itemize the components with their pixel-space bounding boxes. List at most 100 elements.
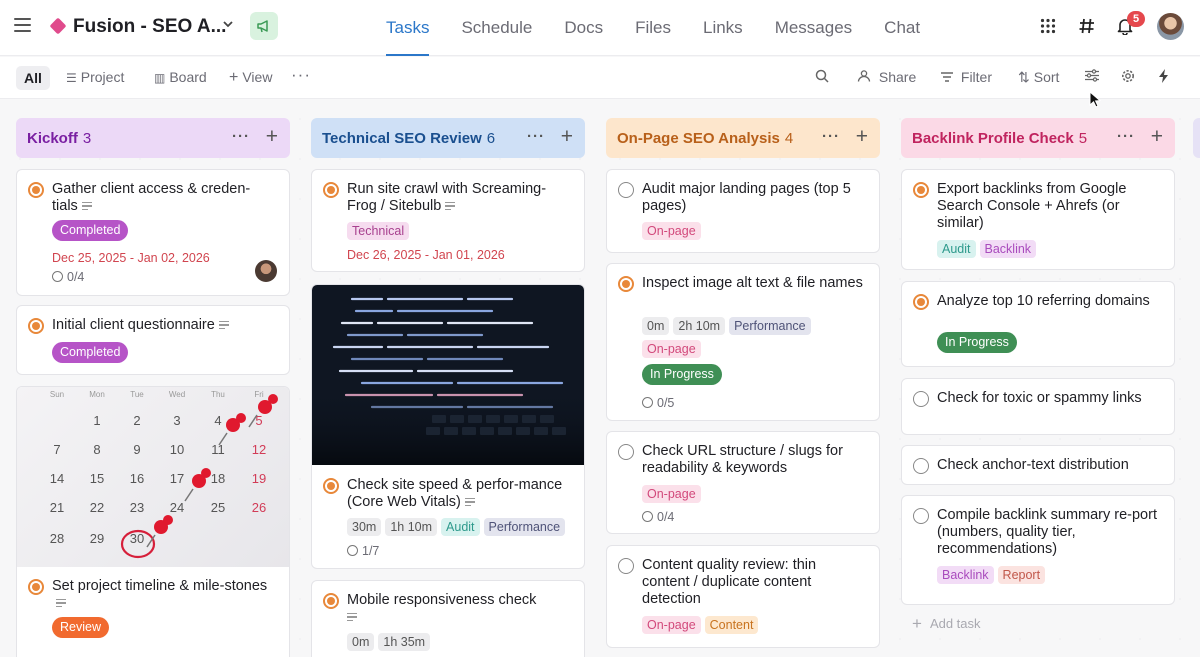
assignee-avatar[interactable] bbox=[255, 260, 277, 282]
status-circle-icon[interactable] bbox=[618, 182, 634, 198]
add-view-button[interactable]: + View bbox=[229, 69, 272, 87]
description-icon bbox=[347, 611, 357, 624]
task-card[interactable]: Gather client access & creden-tials Comp… bbox=[16, 169, 290, 296]
avatar[interactable] bbox=[1157, 13, 1184, 40]
tag[interactable]: Content bbox=[704, 616, 759, 634]
add-task-button[interactable]: + Add task bbox=[912, 614, 981, 634]
tab-links[interactable]: Links bbox=[687, 0, 759, 56]
calendar-date: 19 bbox=[252, 471, 266, 486]
tab-files[interactable]: Files bbox=[619, 0, 687, 56]
tag[interactable]: Audit bbox=[937, 240, 976, 258]
task-title: Analyze top 10 referring domains bbox=[937, 293, 1150, 309]
status-badge[interactable]: Completed bbox=[52, 342, 129, 363]
megaphone-icon[interactable] bbox=[250, 12, 278, 40]
task-card[interactable]: Export backlinks from Google Search Cons… bbox=[901, 169, 1175, 270]
task-card[interactable]: Audit major landing pages (top 5 pages) … bbox=[606, 169, 880, 253]
status-circle-icon[interactable] bbox=[28, 318, 44, 334]
sort-button[interactable]: ⇅ Sort bbox=[1018, 69, 1059, 86]
chevron-down-icon[interactable] bbox=[221, 17, 235, 34]
automation-bolt-icon[interactable] bbox=[1158, 69, 1169, 86]
calendar-date: 4 bbox=[214, 413, 221, 428]
column-add-icon[interactable]: + bbox=[266, 125, 278, 149]
tab-messages[interactable]: Messages bbox=[759, 0, 868, 56]
tag[interactable]: On-page bbox=[642, 485, 701, 503]
sort-label: Sort bbox=[1033, 69, 1060, 85]
task-card[interactable]: Check anchor-text distribution bbox=[901, 445, 1175, 485]
task-title: Run site crawl with Screaming-Frog / Sit… bbox=[347, 181, 570, 215]
status-circle-icon[interactable] bbox=[28, 182, 44, 198]
tag[interactable]: On-page bbox=[642, 340, 701, 358]
time-estimate[interactable]: 0m bbox=[347, 633, 375, 651]
more-options-icon[interactable]: ··· bbox=[291, 65, 311, 85]
task-card[interactable]: Check site speed & perfor-mance (Core We… bbox=[311, 284, 585, 569]
board-view-button[interactable]: ▥ Board bbox=[154, 69, 207, 85]
tab-chat[interactable]: Chat bbox=[868, 0, 936, 56]
tag[interactable]: Performance bbox=[483, 518, 566, 536]
status-circle-icon[interactable] bbox=[913, 508, 929, 524]
task-card[interactable]: Initial client questionnaire Completed bbox=[16, 305, 290, 375]
share-button[interactable]: Share bbox=[857, 69, 916, 85]
status-badge[interactable]: In Progress bbox=[937, 332, 1017, 353]
column-more-icon[interactable]: ··· bbox=[1117, 128, 1135, 145]
tab-schedule[interactable]: Schedule bbox=[445, 0, 548, 56]
status-circle-icon[interactable] bbox=[913, 294, 929, 310]
tab-docs[interactable]: Docs bbox=[548, 0, 619, 56]
task-card[interactable]: Mobile responsiveness check 0m 1h 35m bbox=[311, 580, 585, 657]
hashtag-icon[interactable] bbox=[1075, 14, 1099, 38]
tag[interactable]: Performance bbox=[729, 317, 811, 335]
status-circle-icon[interactable] bbox=[323, 593, 339, 609]
status-circle-icon[interactable] bbox=[618, 558, 634, 574]
subtask-counter: 1/7 bbox=[347, 544, 379, 558]
project-title[interactable]: Fusion - SEO A... bbox=[73, 16, 226, 38]
tag[interactable]: Report bbox=[997, 566, 1046, 584]
status-badge[interactable]: Review bbox=[52, 617, 109, 638]
tag[interactable]: Backlink bbox=[937, 566, 994, 584]
tag[interactable]: Audit bbox=[441, 518, 480, 536]
task-card[interactable]: Check URL structure / slugs for readabil… bbox=[606, 431, 880, 534]
gear-icon[interactable] bbox=[1121, 69, 1135, 86]
tag-list: On-page bbox=[642, 485, 701, 503]
tag[interactable]: On-page bbox=[642, 222, 701, 240]
task-card[interactable]: Content quality review: thin content / d… bbox=[606, 545, 880, 648]
column-add-icon[interactable]: + bbox=[1151, 125, 1163, 149]
tab-tasks[interactable]: Tasks bbox=[370, 0, 445, 56]
column-add-icon[interactable]: + bbox=[856, 125, 868, 149]
status-badge[interactable]: In Progress bbox=[642, 364, 722, 385]
time-estimate[interactable]: 0m bbox=[642, 317, 670, 335]
search-icon[interactable] bbox=[815, 69, 829, 86]
status-circle-icon[interactable] bbox=[323, 478, 339, 494]
project-color-icon bbox=[49, 17, 67, 35]
tag[interactable]: Backlink bbox=[979, 240, 1037, 258]
task-card[interactable]: Analyze top 10 referring domains In Prog… bbox=[901, 281, 1175, 367]
column-add-icon[interactable]: + bbox=[561, 125, 573, 149]
task-card[interactable]: Inspect image alt text & file names 0m 2… bbox=[606, 263, 880, 421]
all-view-button[interactable]: All bbox=[16, 66, 50, 90]
status-circle-icon[interactable] bbox=[323, 182, 339, 198]
apps-grid-icon[interactable] bbox=[1036, 14, 1060, 38]
task-card[interactable]: Compile backlink summary re-port (number… bbox=[901, 495, 1175, 605]
column-more-icon[interactable]: ··· bbox=[232, 128, 250, 145]
status-circle-icon[interactable] bbox=[913, 391, 929, 407]
project-view-button[interactable]: ☰ Project bbox=[66, 69, 124, 85]
task-card[interactable]: Sun Mon Tue Wed Thu Fri 1 2 3 4 5 7 8 9 10 11 12 14… bbox=[16, 386, 290, 657]
time-tracked[interactable]: 1h 35m bbox=[378, 633, 431, 651]
status-circle-icon[interactable] bbox=[618, 444, 634, 460]
filter-button[interactable]: Filter bbox=[941, 69, 992, 85]
status-circle-icon[interactable] bbox=[28, 579, 44, 595]
task-card[interactable]: Check for toxic or spammy links bbox=[901, 378, 1175, 435]
column-header: Technical SEO Review 6 ··· + bbox=[311, 118, 585, 158]
status-badge[interactable]: Completed bbox=[52, 220, 129, 241]
status-circle-icon[interactable] bbox=[913, 182, 929, 198]
menu-icon[interactable] bbox=[14, 18, 31, 32]
status-circle-icon[interactable] bbox=[618, 276, 634, 292]
tag[interactable]: On-page bbox=[642, 616, 701, 634]
time-tracked[interactable]: 1h 10m bbox=[385, 518, 438, 536]
task-card[interactable]: Run site crawl with Screaming-Frog / Sit… bbox=[311, 169, 585, 272]
status-circle-icon[interactable] bbox=[913, 458, 929, 474]
settings-sliders-icon[interactable] bbox=[1085, 69, 1099, 85]
time-estimate[interactable]: 30m bbox=[347, 518, 382, 536]
time-tracked[interactable]: 2h 10m bbox=[673, 317, 726, 335]
column-more-icon[interactable]: ··· bbox=[527, 128, 545, 145]
tag[interactable]: Technical bbox=[347, 222, 410, 240]
column-more-icon[interactable]: ··· bbox=[822, 128, 840, 145]
